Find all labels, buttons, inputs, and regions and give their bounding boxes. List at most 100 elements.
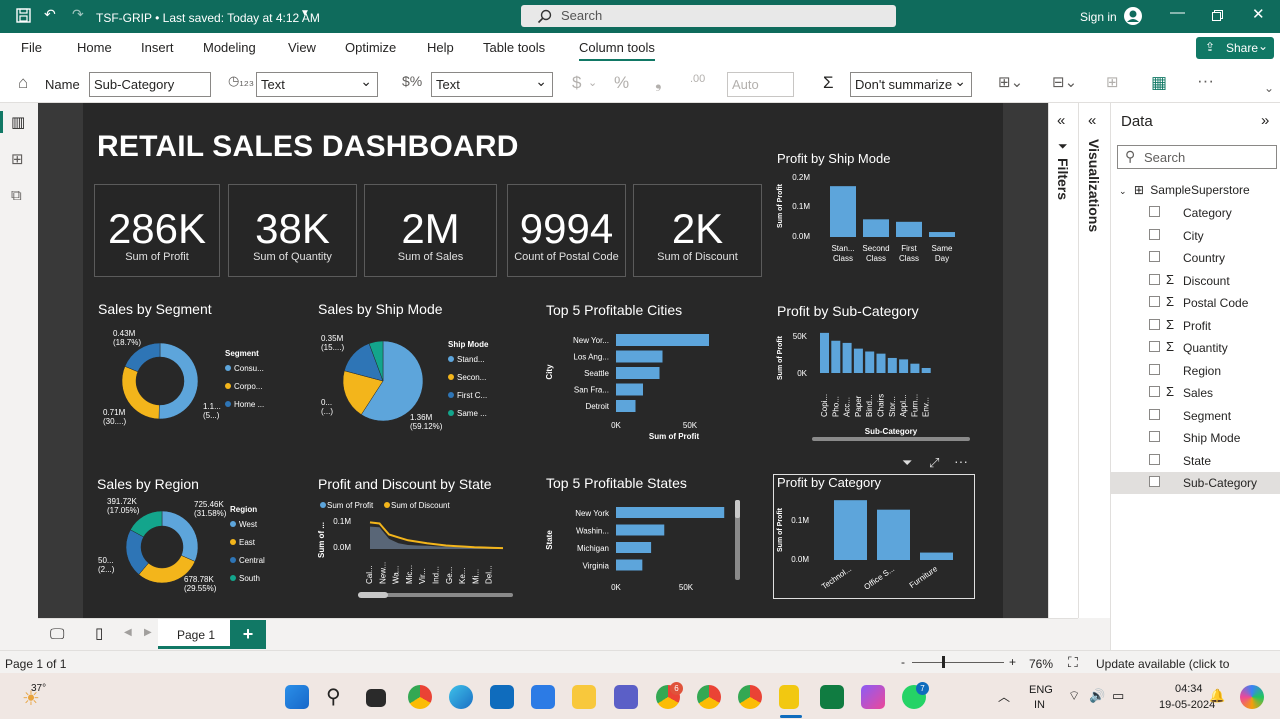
category-label: Ke...	[458, 568, 467, 584]
field-name: Discount	[1183, 273, 1230, 288]
language-indicator[interactable]: ENG	[1029, 684, 1053, 696]
field-checkbox[interactable]	[1149, 228, 1160, 240]
field-name: Sales	[1183, 386, 1214, 400]
chrome-profile-icon[interactable]	[738, 685, 762, 709]
field-checkbox[interactable]	[1149, 318, 1160, 330]
axis-label: Sub-Category	[865, 427, 918, 436]
field-item[interactable]: Ship Mode	[1111, 427, 1280, 449]
field-item[interactable]: City	[1111, 225, 1280, 247]
field-name: Category	[1183, 206, 1232, 220]
notification-bell-icon[interactable]: 🔔	[1209, 688, 1225, 704]
bar	[616, 350, 663, 363]
store-icon[interactable]	[531, 685, 555, 709]
legend-entry: South	[239, 574, 260, 583]
zoom-level[interactable]: 76%	[1029, 657, 1053, 671]
field-item[interactable]: Σ Profit	[1111, 315, 1280, 337]
copilot-icon[interactable]	[1240, 685, 1264, 709]
visualizations-label[interactable]: Visualizations	[1086, 139, 1102, 232]
data-label: (18.7%)	[113, 338, 141, 347]
field-item[interactable]: Σ Discount	[1111, 270, 1280, 292]
filters-pane-collapsed[interactable]: « ⏷ Filters	[1048, 103, 1078, 618]
category-label: Same	[932, 244, 953, 253]
field-item[interactable]: Segment	[1111, 405, 1280, 427]
visualizations-pane-collapsed[interactable]: « Visualizations	[1078, 103, 1110, 618]
chrome-profile-icon[interactable]	[697, 685, 721, 709]
power-bi-icon[interactable]	[779, 685, 799, 709]
category-label: New York	[575, 509, 610, 518]
clock-time[interactable]: 04:34	[1175, 683, 1203, 695]
filters-label[interactable]: Filters	[1055, 158, 1071, 200]
field-checkbox[interactable]	[1149, 296, 1160, 307]
collapse-icon[interactable]: »	[1261, 112, 1269, 129]
edge-icon[interactable]	[449, 685, 473, 709]
fit-to-page-icon[interactable]: ⛶	[1068, 654, 1078, 671]
data-label: 0.43M	[113, 329, 136, 338]
category-label: Cal...	[365, 565, 374, 584]
field-item[interactable]: Category	[1111, 202, 1280, 224]
task-view-icon[interactable]	[366, 689, 386, 707]
category-label: Wa...	[392, 566, 401, 584]
start-icon[interactable]	[285, 685, 309, 709]
zoom-slider-thumb[interactable]	[942, 656, 945, 668]
page-tab[interactable]: Page 1	[158, 619, 230, 649]
chevron-up-icon[interactable]: ︿	[998, 688, 1010, 705]
field-item[interactable]: Region	[1111, 360, 1280, 382]
bar	[842, 342, 852, 373]
data-label: (17.05%)	[107, 506, 140, 515]
field-checkbox[interactable]	[1149, 476, 1160, 487]
field-item[interactable]: Σ Postal Code	[1111, 292, 1280, 314]
chrome-icon[interactable]	[408, 685, 432, 709]
field-checkbox[interactable]	[1149, 341, 1160, 352]
table-node[interactable]: ⌄ ⊞ SampleSuperstore	[1119, 183, 1250, 197]
field-checkbox[interactable]	[1149, 386, 1160, 397]
desktop-layout-icon[interactable]: 🖵	[50, 626, 64, 643]
clock-date[interactable]: 19-05-2024	[1159, 699, 1215, 711]
expand-icon[interactable]: «	[1057, 112, 1065, 129]
excel-icon[interactable]	[820, 685, 844, 709]
bar	[616, 367, 660, 379]
sigma-icon: Σ	[1166, 316, 1175, 332]
tick-label: 0.0M	[333, 543, 351, 552]
field-item[interactable]: Σ Sales	[1111, 382, 1280, 404]
teams-icon[interactable]	[614, 685, 638, 709]
tick-label: 0.0M	[792, 232, 810, 241]
clipchamp-icon[interactable]	[861, 685, 885, 709]
weather-temp: 37°	[31, 683, 47, 694]
zoom-out-button[interactable]: -	[901, 655, 905, 669]
prev-page-icon[interactable]: ◀	[124, 627, 132, 638]
field-checkbox[interactable]	[1149, 408, 1160, 420]
mail-icon[interactable]	[490, 685, 514, 709]
field-name: Ship Mode	[1183, 431, 1241, 445]
field-checkbox[interactable]	[1149, 453, 1160, 465]
search-icon[interactable]: ⚲	[326, 684, 341, 709]
field-checkbox[interactable]	[1149, 251, 1160, 262]
tick-label: 0K	[797, 369, 807, 378]
zoom-in-button[interactable]: +	[1009, 655, 1016, 669]
category-label: Ge...	[445, 567, 454, 584]
field-item[interactable]: Country	[1111, 247, 1280, 269]
field-checkbox[interactable]	[1149, 206, 1160, 217]
data-label: (59.12%)	[410, 422, 443, 431]
bar	[616, 383, 643, 396]
expand-icon[interactable]: «	[1088, 112, 1096, 129]
field-checkbox[interactable]	[1149, 363, 1160, 375]
field-item[interactable]: State	[1111, 450, 1280, 472]
field-checkbox[interactable]	[1149, 273, 1160, 285]
file-explorer-icon[interactable]	[572, 685, 596, 709]
field-item[interactable]: Sub-Category	[1111, 472, 1280, 494]
add-page-button[interactable]: +	[230, 620, 266, 649]
tick-label: 0.1M	[791, 516, 809, 525]
volume-icon[interactable]: 🔊	[1089, 688, 1105, 704]
bar	[896, 221, 922, 237]
data-search-input[interactable]: ⚲ Search	[1117, 145, 1277, 169]
battery-icon[interactable]: ▭	[1112, 688, 1124, 704]
field-item[interactable]: Σ Quantity	[1111, 337, 1280, 359]
page-info: Page 1 of 1	[5, 657, 67, 671]
zoom-slider[interactable]	[912, 662, 1004, 663]
field-checkbox[interactable]	[1149, 431, 1160, 442]
mobile-layout-icon[interactable]: ▯	[95, 624, 103, 642]
wifi-icon[interactable]: ⌔	[1068, 688, 1080, 704]
category-label: New...	[378, 562, 387, 584]
bar	[863, 219, 889, 237]
next-page-icon[interactable]: ▶	[144, 627, 152, 638]
